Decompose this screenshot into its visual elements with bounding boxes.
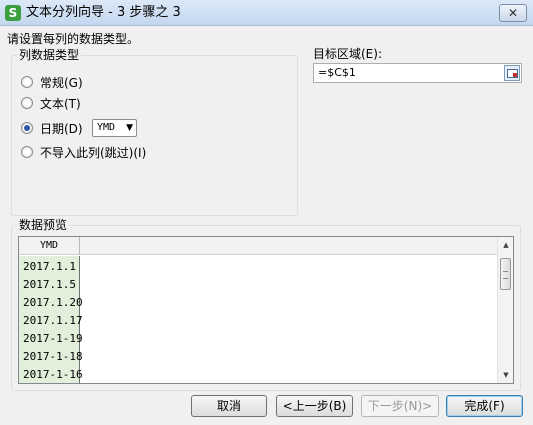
preview-legend: 数据预览 bbox=[17, 218, 70, 232]
table-row: 2017.1.1 bbox=[23, 260, 76, 273]
radio-date[interactable] bbox=[21, 122, 35, 136]
column-header-ymd[interactable]: YMD bbox=[19, 237, 80, 255]
close-button[interactable]: ✕ bbox=[499, 4, 527, 22]
table-row: 2017-1-16 bbox=[23, 368, 83, 381]
chevron-down-icon: ▼ bbox=[126, 123, 133, 133]
radio-skip[interactable] bbox=[21, 146, 35, 160]
table-row: 2017-1-18 bbox=[23, 350, 83, 363]
table-row: 2017.1.20 bbox=[23, 296, 83, 309]
back-button[interactable]: <上一步(B) bbox=[276, 395, 353, 417]
wps-app-icon: S bbox=[5, 5, 21, 21]
date-format-select[interactable]: YMD ▼ bbox=[92, 119, 137, 137]
close-icon: ✕ bbox=[507, 6, 519, 20]
preview-grid[interactable]: YMD 2017.1.1 2017.1.5 2017.1.20 2017.1.1… bbox=[18, 236, 514, 384]
target-area-input[interactable]: =$C$1 bbox=[313, 63, 522, 83]
table-row: 2017.1.17 bbox=[23, 314, 83, 327]
radio-text-label[interactable]: 文本(T) bbox=[40, 97, 81, 111]
scroll-thumb[interactable] bbox=[500, 258, 511, 290]
column-header-empty bbox=[81, 237, 497, 255]
radio-circle-checked bbox=[21, 122, 33, 134]
radio-skip-label[interactable]: 不导入此列(跳过)(I) bbox=[40, 146, 146, 160]
radio-general[interactable] bbox=[21, 76, 35, 90]
radio-circle bbox=[21, 76, 33, 88]
target-area-value: =$C$1 bbox=[318, 66, 356, 79]
preview-scrollbar[interactable]: ▲ ▼ bbox=[497, 237, 513, 383]
scroll-up-icon[interactable]: ▲ bbox=[498, 237, 513, 253]
target-area-label: 目标区域(E): bbox=[313, 47, 382, 61]
radio-circle bbox=[21, 97, 33, 109]
date-format-value: YMD bbox=[97, 122, 116, 133]
window-title: 文本分列向导 - 3 步骤之 3 bbox=[26, 5, 181, 20]
radio-general-label[interactable]: 常规(G) bbox=[40, 76, 83, 90]
table-row: 2017-1-19 bbox=[23, 332, 83, 345]
range-select-icon[interactable] bbox=[504, 65, 520, 81]
preview-header-row: YMD bbox=[19, 237, 497, 255]
finish-button[interactable]: 完成(F) bbox=[446, 395, 523, 417]
title-bar: S 文本分列向导 - 3 步骤之 3 ✕ bbox=[0, 0, 533, 26]
table-row: 2017.1.5 bbox=[23, 278, 76, 291]
scroll-down-icon[interactable]: ▼ bbox=[498, 367, 513, 383]
date-column[interactable]: 2017.1.1 2017.1.5 2017.1.20 2017.1.17 20… bbox=[19, 256, 83, 383]
radio-date-label[interactable]: 日期(D) bbox=[40, 122, 83, 136]
column-type-legend: 列数据类型 bbox=[17, 48, 82, 62]
radio-circle bbox=[21, 146, 33, 158]
instruction-text: 请设置每列的数据类型。 bbox=[7, 32, 140, 46]
cancel-button[interactable]: 取消 bbox=[191, 395, 267, 417]
radio-text[interactable] bbox=[21, 97, 35, 111]
next-button[interactable]: 下一步(N)> bbox=[361, 395, 439, 417]
